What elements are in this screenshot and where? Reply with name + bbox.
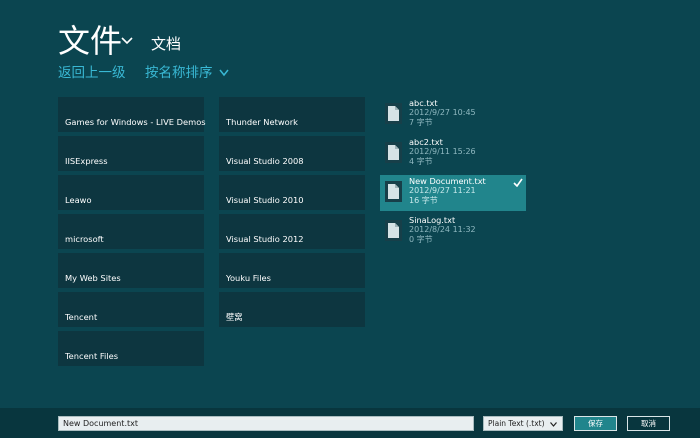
folder-tile[interactable]: Visual Studio 2012 <box>219 214 365 249</box>
file-type-value: Plain Text (.txt) <box>488 419 545 428</box>
file-date: 2012/9/27 10:45 <box>409 108 476 117</box>
text-file-icon <box>385 142 402 163</box>
folder-label: My Web Sites <box>65 273 121 283</box>
go-up-link[interactable]: 返回上一级 <box>58 64 126 82</box>
file-type-select[interactable]: Plain Text (.txt) <box>483 416 563 431</box>
save-button[interactable]: 保存 <box>574 416 617 431</box>
file-item-selected[interactable]: New Document.txt 2012/9/27 11:21 16 字节 <box>380 175 526 211</box>
folder-label: 壁窝 <box>226 312 243 322</box>
text-file-icon <box>385 181 402 202</box>
checkmark-icon <box>513 178 523 187</box>
file-date: 2012/9/11 15:26 <box>409 147 476 156</box>
file-name: New Document.txt <box>409 176 486 186</box>
folder-tile[interactable]: microsoft <box>58 214 204 249</box>
folder-label: IISExpress <box>65 156 108 166</box>
folder-label: Games for Windows - LIVE Demos <box>65 117 206 127</box>
cancel-button[interactable]: 取消 <box>627 416 670 431</box>
file-item[interactable]: SinaLog.txt 2012/8/24 11:32 0 字节 <box>380 214 526 250</box>
file-item[interactable]: abc.txt 2012/9/27 10:45 7 字节 <box>380 97 526 133</box>
folder-tile[interactable]: Games for Windows - LIVE Demos <box>58 97 206 132</box>
file-size: 7 字节 <box>409 118 433 127</box>
file-name: abc.txt <box>409 98 438 108</box>
folder-label: Leawo <box>65 195 92 205</box>
folder-label: microsoft <box>65 234 104 244</box>
text-file-icon <box>385 220 402 241</box>
sort-by-name-link[interactable]: 按名称排序 <box>145 64 213 82</box>
file-item[interactable]: abc2.txt 2012/9/11 15:26 4 字节 <box>380 136 526 172</box>
folder-tile[interactable]: Thunder Network <box>219 97 365 132</box>
file-size: 16 字节 <box>409 196 438 205</box>
folder-tile[interactable]: Tencent Files <box>58 331 204 366</box>
file-size: 0 字节 <box>409 235 433 244</box>
page-title: 文件 <box>58 22 123 60</box>
folder-tile[interactable]: Visual Studio 2010 <box>219 175 365 210</box>
folder-tile[interactable]: Leawo <box>58 175 204 210</box>
folder-label: Youku Files <box>226 273 271 283</box>
folder-label: Tencent Files <box>65 351 119 361</box>
folder-label: Visual Studio 2008 <box>226 156 304 166</box>
sort-chevron-down-icon[interactable] <box>219 69 229 77</box>
file-name: SinaLog.txt <box>409 215 456 225</box>
folder-tile[interactable]: Youku Files <box>219 253 365 288</box>
filename-input[interactable] <box>58 416 474 431</box>
chevron-down-icon[interactable] <box>121 36 133 46</box>
folder-label: Visual Studio 2012 <box>226 234 304 244</box>
folder-label: Thunder Network <box>226 117 298 127</box>
folder-tile[interactable]: IISExpress <box>58 136 204 171</box>
file-name: abc2.txt <box>409 137 443 147</box>
select-chevron-down-icon <box>550 422 557 427</box>
folder-tile[interactable]: 壁窝 <box>219 292 365 327</box>
file-picker: 文件 文档 返回上一级 按名称排序 Games for Windows - LI… <box>0 0 700 438</box>
current-location[interactable]: 文档 <box>151 34 181 54</box>
folder-label: Tencent <box>65 312 98 322</box>
file-date: 2012/8/24 11:32 <box>409 225 476 234</box>
folder-tile[interactable]: Tencent <box>58 292 204 327</box>
folder-tile[interactable]: My Web Sites <box>58 253 204 288</box>
folder-tile[interactable]: Visual Studio 2008 <box>219 136 365 171</box>
folder-label: Visual Studio 2010 <box>226 195 304 205</box>
file-size: 4 字节 <box>409 157 433 166</box>
text-file-icon <box>385 103 402 124</box>
file-date: 2012/9/27 11:21 <box>409 186 476 195</box>
